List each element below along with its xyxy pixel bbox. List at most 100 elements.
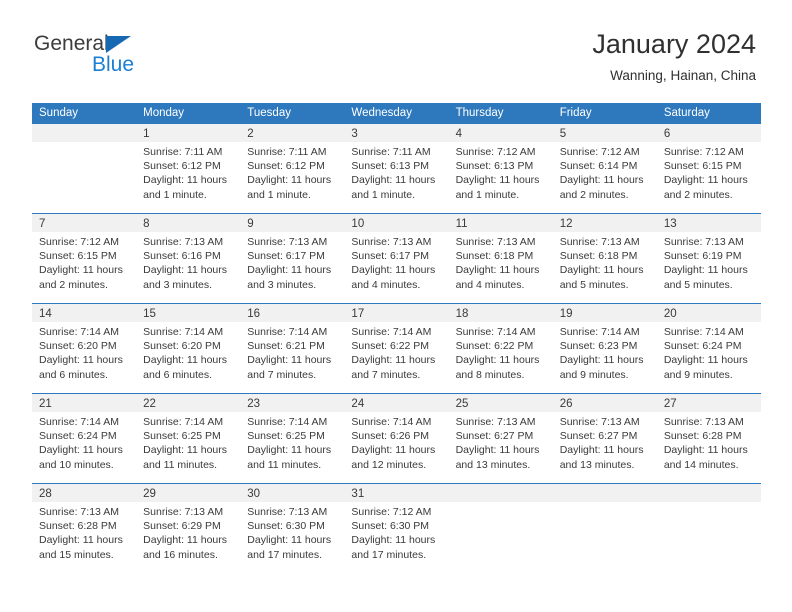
sunrise-text: Sunrise: 7:13 AM [663, 236, 744, 248]
daylight-text: Daylight: 11 hours and 3 minutes. [247, 264, 332, 291]
day-cell-20[interactable]: 20 Sunrise: 7:14 AM Sunset: 6:24 PM Dayligh… [656, 304, 761, 393]
day-cell-25[interactable]: 25 Sunrise: 7:13 AM Sunset: 6:27 PM Dayligh… [448, 394, 553, 483]
daylight-text: Daylight: 11 hours and 11 minutes. [143, 444, 227, 471]
day-details: Sunrise: 7:14 AM Sunset: 6:21 PM Daylight:… [240, 322, 344, 382]
sunrise-text: Sunrise: 7:12 AM [663, 146, 744, 158]
day-cell-22[interactable]: 22 Sunrise: 7:14 AM Sunset: 6:25 PM Dayligh… [136, 394, 241, 483]
day-cell-empty [552, 484, 657, 573]
calendar-week-row: 14 Sunrise: 7:14 AM Sunset: 6:20 PM Dayligh… [32, 303, 761, 393]
daylight-text: Daylight: 11 hours and 2 minutes. [663, 174, 748, 201]
day-details: Sunrise: 7:13 AM Sunset: 6:19 PM Daylight:… [657, 232, 761, 292]
day-number-band: 11 [448, 214, 553, 232]
sunset-text: Sunset: 6:24 PM [39, 430, 117, 443]
day-cell-6[interactable]: 6 Sunrise: 7:12 AM Sunset: 6:15 PM Daylight… [656, 124, 761, 213]
sunset-text: Sunset: 6:13 PM [455, 160, 534, 173]
calendar-week-row: 1 Sunrise: 7:11 AM Sunset: 6:12 PM Daylight… [32, 124, 761, 213]
calendar-page: General Blue January 2024 Wanning, Haina… [0, 0, 792, 612]
day-cell-14[interactable]: 14 Sunrise: 7:14 AM Sunset: 6:20 PM Dayligh… [32, 304, 137, 393]
day-cell-16[interactable]: 16 Sunrise: 7:14 AM Sunset: 6:21 PM Dayligh… [240, 304, 345, 393]
day-cell-29[interactable]: 29 Sunrise: 7:13 AM Sunset: 6:29 PM Dayligh… [136, 484, 241, 573]
day-cell-8[interactable]: 8 Sunrise: 7:13 AM Sunset: 6:16 PM Daylight… [136, 214, 241, 303]
sunset-text: Sunset: 6:20 PM [39, 340, 117, 353]
day-cell-18[interactable]: 18 Sunrise: 7:14 AM Sunset: 6:22 PM Dayligh… [448, 304, 553, 393]
sunset-text: Sunset: 6:24 PM [663, 340, 742, 353]
daylight-text: Daylight: 11 hours and 15 minutes. [39, 534, 123, 561]
day-number: 13 [663, 218, 677, 230]
day-number: 29 [143, 488, 156, 500]
sunrise-text: Sunrise: 7:14 AM [455, 326, 536, 338]
day-cell-13[interactable]: 13 Sunrise: 7:13 AM Sunset: 6:19 PM Dayligh… [656, 214, 761, 303]
daylight-text: Daylight: 11 hours and 4 minutes. [351, 264, 436, 291]
day-cell-2[interactable]: 2 Sunrise: 7:11 AM Sunset: 6:12 PM Daylight… [240, 124, 345, 213]
day-cell-12[interactable]: 12 Sunrise: 7:13 AM Sunset: 6:18 PM Dayligh… [552, 214, 657, 303]
day-number: 22 [143, 398, 156, 410]
day-cell-27[interactable]: 27 Sunrise: 7:13 AM Sunset: 6:28 PM Dayligh… [656, 394, 761, 483]
sunrise-text: Sunrise: 7:13 AM [455, 236, 536, 248]
day-number: 16 [247, 308, 261, 320]
sunrise-text: Sunrise: 7:14 AM [559, 326, 640, 338]
triangle-icon [106, 36, 131, 53]
daylight-text: Daylight: 11 hours and 12 minutes. [351, 444, 436, 471]
daylight-text: Daylight: 11 hours and 1 minute. [247, 174, 332, 201]
daylight-text: Daylight: 11 hours and 13 minutes. [455, 444, 540, 471]
day-cell-11[interactable]: 11 Sunrise: 7:13 AM Sunset: 6:18 PM Dayligh… [448, 214, 553, 303]
day-number-band: 2 [240, 124, 345, 142]
day-cell-9[interactable]: 9 Sunrise: 7:13 AM Sunset: 6:17 PM Daylight… [240, 214, 345, 303]
day-cell-7[interactable]: 7 Sunrise: 7:12 AM Sunset: 6:15 PM Daylight… [32, 214, 137, 303]
day-cell-28[interactable]: 28 Sunrise: 7:13 AM Sunset: 6:28 PM Dayligh… [32, 484, 137, 573]
daylight-text: Daylight: 11 hours and 17 minutes. [247, 534, 332, 561]
day-number-band: 27 [656, 394, 761, 412]
sunrise-text: Sunrise: 7:13 AM [247, 506, 328, 518]
day-cell-26[interactable]: 26 Sunrise: 7:13 AM Sunset: 6:27 PM Dayligh… [552, 394, 657, 483]
sunset-text: Sunset: 6:21 PM [247, 340, 325, 353]
day-details: Sunrise: 7:12 AM Sunset: 6:14 PM Daylight:… [553, 142, 657, 202]
day-cell-21[interactable]: 21 Sunrise: 7:14 AM Sunset: 6:24 PM Dayligh… [32, 394, 137, 483]
daylight-text: Daylight: 11 hours and 17 minutes. [351, 534, 436, 561]
day-number-band: 9 [240, 214, 345, 232]
day-number: 14 [39, 308, 52, 320]
day-number-band: 4 [448, 124, 553, 142]
sunset-text: Sunset: 6:23 PM [559, 340, 638, 353]
calendar-week-row: 7 Sunrise: 7:12 AM Sunset: 6:15 PM Daylight… [32, 213, 761, 303]
day-cell-15[interactable]: 15 Sunrise: 7:14 AM Sunset: 6:20 PM Dayligh… [136, 304, 241, 393]
sunrise-text: Sunrise: 7:13 AM [351, 236, 432, 248]
day-details: Sunrise: 7:13 AM Sunset: 6:27 PM Daylight:… [449, 412, 553, 472]
day-number: 20 [663, 308, 677, 320]
sunset-text: Sunset: 6:28 PM [663, 430, 742, 443]
day-cell-30[interactable]: 30 Sunrise: 7:13 AM Sunset: 6:30 PM Dayligh… [240, 484, 345, 573]
daylight-text: Daylight: 11 hours and 11 minutes. [247, 444, 332, 471]
day-details: Sunrise: 7:14 AM Sunset: 6:22 PM Daylight:… [344, 322, 448, 382]
day-number: 11 [455, 218, 468, 230]
sunrise-text: Sunrise: 7:14 AM [39, 326, 119, 338]
day-cell-3[interactable]: 3 Sunrise: 7:11 AM Sunset: 6:13 PM Daylight… [344, 124, 449, 213]
day-number: 9 [247, 218, 254, 230]
daylight-text: Daylight: 11 hours and 8 minutes. [455, 354, 540, 381]
day-cell-4[interactable]: 4 Sunrise: 7:12 AM Sunset: 6:13 PM Daylight… [448, 124, 553, 213]
day-cell-24[interactable]: 24 Sunrise: 7:14 AM Sunset: 6:26 PM Dayligh… [344, 394, 449, 483]
day-number-band: 21 [32, 394, 137, 412]
day-cell-31[interactable]: 31 Sunrise: 7:12 AM Sunset: 6:30 PM Dayligh… [344, 484, 449, 573]
sunrise-text: Sunrise: 7:14 AM [247, 326, 328, 338]
sunrise-text: Sunrise: 7:13 AM [559, 236, 640, 248]
day-cell-23[interactable]: 23 Sunrise: 7:14 AM Sunset: 6:25 PM Dayligh… [240, 394, 345, 483]
sunset-text: Sunset: 6:19 PM [663, 250, 742, 263]
sunset-text: Sunset: 6:28 PM [39, 520, 117, 533]
day-number-band: 18 [448, 304, 553, 322]
day-details: Sunrise: 7:14 AM Sunset: 6:26 PM Daylight:… [344, 412, 448, 472]
daylight-text: Daylight: 11 hours and 9 minutes. [559, 354, 644, 381]
daylight-text: Daylight: 11 hours and 10 minutes. [39, 444, 123, 471]
day-number: 31 [351, 488, 365, 500]
day-cell-1[interactable]: 1 Sunrise: 7:11 AM Sunset: 6:12 PM Daylight… [136, 124, 241, 213]
day-cell-5[interactable]: 5 Sunrise: 7:12 AM Sunset: 6:14 PM Daylight… [552, 124, 657, 213]
sunrise-text: Sunrise: 7:12 AM [559, 146, 640, 158]
day-details: Sunrise: 7:13 AM Sunset: 6:27 PM Daylight:… [553, 412, 657, 472]
page-subtitle: Wanning, Hainan, China [610, 68, 756, 83]
day-cell-10[interactable]: 10 Sunrise: 7:13 AM Sunset: 6:17 PM Dayligh… [344, 214, 449, 303]
day-number-band: 29 [136, 484, 241, 502]
day-number: 28 [39, 488, 52, 500]
day-cell-19[interactable]: 19 Sunrise: 7:14 AM Sunset: 6:23 PM Dayligh… [552, 304, 657, 393]
day-cell-17[interactable]: 17 Sunrise: 7:14 AM Sunset: 6:22 PM Dayligh… [344, 304, 449, 393]
sunrise-text: Sunrise: 7:14 AM [143, 416, 224, 428]
daylight-text: Daylight: 11 hours and 6 minutes. [39, 354, 123, 381]
sunset-text: Sunset: 6:17 PM [247, 250, 325, 263]
